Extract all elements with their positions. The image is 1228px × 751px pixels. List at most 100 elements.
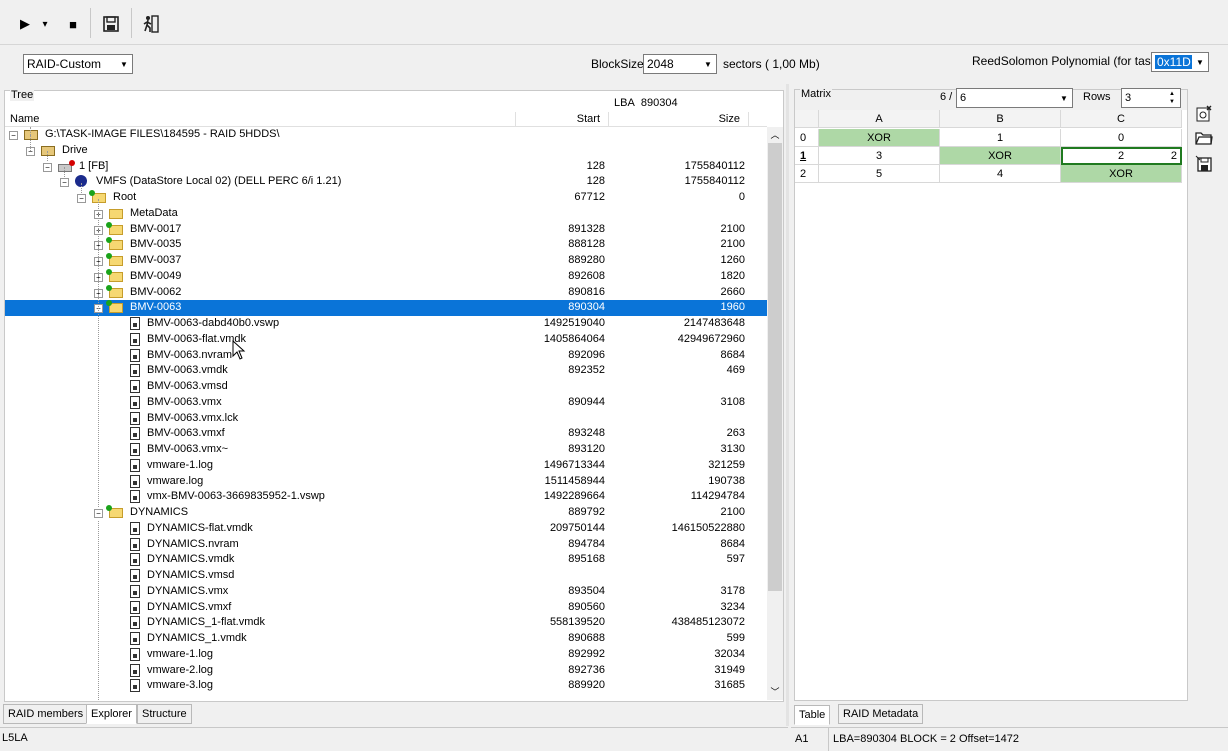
open-folder-icon[interactable] [1194, 130, 1214, 150]
scroll-thumb[interactable] [768, 143, 782, 591]
collapse-icon[interactable]: − [60, 178, 69, 188]
raid-type-select[interactable]: RAID-Custom ▼ [23, 54, 133, 74]
tree-item-start: 892608 [568, 269, 605, 282]
matrix-cell-xor[interactable]: XOR [940, 147, 1061, 165]
play-dropdown-icon[interactable]: ▾ [38, 13, 52, 35]
collapse-icon[interactable]: − [77, 194, 86, 203]
tree-item-name: vmware.log [147, 474, 204, 487]
tree-file-row[interactable]: BMV-0063.vmx.lck [5, 411, 767, 427]
tree-file-row[interactable]: vmware.log 1511458944 190738 [5, 474, 767, 490]
panel-splitter[interactable] [786, 84, 789, 726]
polynomial-select[interactable]: 0x11D ▼ [1151, 52, 1209, 72]
matrix-cell[interactable]: 4 [940, 165, 1061, 183]
matrix-column-header[interactable]: A [819, 110, 940, 128]
play-icon[interactable]: ▶ [14, 13, 36, 35]
tree-file-row[interactable]: DYNAMICS.vmdk 895168 597 [5, 552, 767, 568]
tree-file-row[interactable]: DYNAMICS_1-flat.vmdk 558139520 43848512307… [5, 615, 767, 631]
tree-file-row[interactable]: BMV-0063.vmxf 893248 263 [5, 426, 767, 442]
add-config-icon[interactable] [1194, 105, 1214, 125]
rows-stepper[interactable]: 3 ▲ ▼ [1121, 88, 1181, 108]
matrix-column-header[interactable]: C [1061, 110, 1182, 128]
tree-file-row[interactable]: DYNAMICS.nvram 894784 8684 [5, 537, 767, 553]
tree-file-row[interactable]: BMV-0063-dabd40b0.vswp 1492519040 21474836… [5, 316, 767, 332]
tree-item-size: 1960 [720, 301, 745, 314]
tree-scrollbar[interactable]: ︿ ﹀ [767, 127, 783, 700]
collapse-icon[interactable]: − [43, 162, 52, 172]
folder-icon [106, 300, 123, 314]
tree-node-row[interactable]: − Drive [5, 143, 767, 159]
tab-table[interactable]: Table [794, 705, 831, 725]
tree-item-size: 597 [726, 553, 745, 566]
stop-icon[interactable]: ■ [62, 13, 84, 35]
tree-node-row[interactable]: + BMV-0062 890816 2660 [5, 284, 767, 301]
tree-node-row[interactable]: − 1 [FB] 128 1755840112 [5, 159, 767, 175]
tree-file-row[interactable]: BMV-0063-flat.vmdk 1405864064 42949672960 [5, 332, 767, 348]
matrix-count-select[interactable]: 6 ▼ [956, 88, 1073, 108]
matrix-cell[interactable]: 1 [940, 129, 1061, 147]
blocksize-select[interactable]: 2048 ▼ [643, 54, 717, 74]
matrix-cell[interactable]: 22 [1061, 147, 1182, 165]
tree-node-row[interactable]: − VMFS (DataStore Local 02) (DELL PERC 6/… [5, 174, 767, 190]
file-icon [130, 616, 140, 630]
tree-node-row[interactable]: − BMV-0063 890304 1960 [5, 300, 767, 316]
tree-node-row[interactable]: + BMV-0035 888128 2100 [5, 237, 767, 253]
matrix-cell[interactable]: 3 [819, 147, 940, 165]
tree-file-row[interactable]: DYNAMICS-flat.vmdk 209750144 146150522880 [5, 521, 767, 537]
tree-file-row[interactable]: vmware-2.log 892736 31949 [5, 663, 767, 679]
exit-icon[interactable] [140, 13, 162, 35]
spinner-icon[interactable]: ▲ ▼ [1164, 89, 1180, 107]
tab-raid-metadata[interactable]: RAID Metadata [838, 704, 924, 724]
folder-icon [106, 505, 123, 518]
tree-node-row[interactable]: + BMV-0049 892608 1820 [5, 268, 767, 285]
tree-file-row[interactable]: vmware-1.log 892992 32034 [5, 647, 767, 663]
tree-node-row[interactable]: + MetaData [5, 206, 767, 222]
matrix-column-header[interactable]: B [940, 110, 1061, 128]
tree-file-row[interactable]: BMV-0063.vmsd [5, 379, 767, 395]
tab-raid-members[interactable]: RAID members [3, 704, 89, 724]
matrix-row-header[interactable]: 0 [795, 129, 819, 147]
collapse-icon[interactable]: − [94, 509, 103, 518]
tree-item-name: DYNAMICS_1-flat.vmdk [147, 616, 265, 629]
matrix-grid[interactable]: A B C 0 XOR 1 0 1 3 XOR 2 2 2 5 4 XOR [795, 110, 1187, 190]
scroll-up-icon[interactable]: ︿ [767, 128, 783, 142]
tree-view[interactable]: − G:\TASK-IMAGE FILES\184595 - RAID 5HDDS… [5, 127, 767, 700]
matrix-row-header[interactable]: 1 [795, 147, 819, 165]
column-header-start[interactable]: Start [516, 112, 609, 127]
matrix-cell-xor[interactable]: XOR [819, 129, 940, 147]
tree-node-row[interactable]: + BMV-0037 889280 1260 [5, 253, 767, 269]
scroll-down-icon[interactable]: ﹀ [767, 685, 783, 699]
save-icon[interactable] [100, 13, 122, 35]
tree-file-row[interactable]: DYNAMICS_1.vmdk 890688 599 [5, 631, 767, 647]
collapse-icon[interactable]: − [9, 131, 18, 140]
column-header-name[interactable]: Name [10, 112, 516, 127]
tree-file-row[interactable]: BMV-0063.vmdk 892352 469 [5, 363, 767, 379]
file-icon [130, 380, 140, 393]
tree-file-row[interactable]: DYNAMICS.vmx 893504 3178 [5, 584, 767, 600]
tree-file-row[interactable]: vmware-3.log 889920 31685 [5, 678, 767, 694]
tree-file-row[interactable]: vmx-BMV-0063-3669835952-1.vswp 1492289664… [5, 489, 767, 505]
tree-file-row[interactable]: BMV-0063.vmx~ 893120 3130 [5, 442, 767, 458]
matrix-row-header[interactable]: 2 [795, 165, 819, 183]
tree-node-row[interactable]: − G:\TASK-IMAGE FILES\184595 - RAID 5HDDS… [5, 127, 767, 143]
tree-file-row[interactable]: BMV-0063.vmx 890944 3108 [5, 395, 767, 411]
lba-field[interactable]: LBA 890304 [610, 95, 778, 111]
matrix-cell-xor[interactable]: XOR [1061, 165, 1182, 183]
matrix-cell[interactable]: 5 [819, 165, 940, 183]
tree-connector-line [30, 127, 31, 151]
tree-item-start: 894784 [568, 537, 605, 550]
column-header-size[interactable]: Size [609, 112, 749, 127]
tree-node-row[interactable]: + BMV-0017 891328 2100 [5, 221, 767, 238]
tree-file-row[interactable]: DYNAMICS.vmxf 890560 3234 [5, 600, 767, 616]
tab-structure[interactable]: Structure [137, 704, 192, 724]
save-config-icon[interactable] [1194, 155, 1214, 175]
tree-file-row[interactable]: vmware-1.log 1496713344 321259 [5, 458, 767, 474]
tab-explorer[interactable]: Explorer [86, 704, 137, 724]
file-icon [130, 679, 140, 693]
tree-node-row[interactable]: − DYNAMICS 889792 2100 [5, 505, 767, 521]
file-icon [130, 332, 140, 346]
matrix-cell[interactable]: 0 [1061, 129, 1182, 147]
tree-node-row[interactable]: − Root 67712 0 [5, 190, 767, 206]
tree-file-row[interactable]: BMV-0063.nvram 892096 8684 [5, 348, 767, 364]
tree-item-start: 1492519040 [543, 317, 605, 329]
tree-file-row[interactable]: DYNAMICS.vmsd [5, 568, 767, 584]
